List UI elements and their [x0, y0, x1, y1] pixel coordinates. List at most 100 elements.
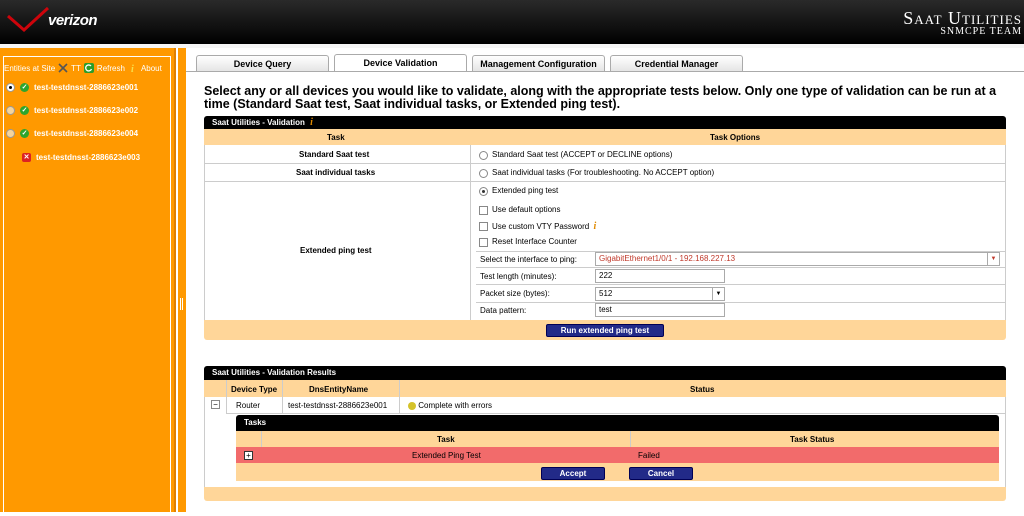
tab-device-query[interactable]: Device Query — [196, 55, 329, 72]
sidebar-device-item[interactable]: ✓ test-testdnsst-2886623e001 — [6, 80, 138, 94]
standard-test-radio[interactable] — [479, 151, 488, 160]
about-link[interactable]: About — [141, 64, 162, 73]
tasks-header-row — [236, 431, 999, 447]
column-divider — [226, 380, 227, 413]
instructions-text: Select any or all devices you would like… — [204, 84, 997, 111]
entities-label: Entities at Site — [4, 63, 56, 73]
about-icon[interactable]: i — [128, 63, 138, 73]
packet-size-label: Packet size (bytes): — [480, 289, 550, 298]
column-divider — [282, 380, 283, 413]
individual-tasks-radio[interactable] — [479, 169, 488, 178]
sidebar-frame — [3, 56, 171, 516]
check-icon: ✓ — [20, 82, 29, 92]
row-divider — [204, 181, 1006, 182]
tab-management-configuration[interactable]: Management Configuration — [472, 55, 605, 72]
use-custom-vty-checkbox[interactable] — [479, 222, 488, 231]
task-row-failed[interactable] — [236, 447, 999, 463]
device-radio[interactable] — [6, 105, 15, 115]
device-radio[interactable] — [6, 128, 15, 138]
tools-icon[interactable] — [58, 63, 68, 73]
app-subtitle: SNMCPE TEAM — [940, 26, 1022, 37]
extended-ping-radio[interactable] — [479, 187, 488, 196]
tab-credential-manager[interactable]: Credential Manager — [610, 55, 743, 72]
table-border — [1005, 145, 1006, 321]
option-divider — [476, 302, 1006, 303]
refresh-icon[interactable] — [83, 63, 94, 73]
option-divider — [476, 267, 1006, 268]
tasks-panel-header: Tasks — [236, 415, 999, 431]
packet-size-select[interactable]: 512 ▼ — [595, 287, 725, 301]
interface-value: GigabitEthernet1/0/1 - 192.168.227.13 — [599, 254, 736, 263]
task-status: Failed — [638, 451, 660, 460]
results-panel-header: Saat Utilities - Validation Results — [204, 366, 1006, 380]
packet-size-value: 512 — [599, 289, 613, 298]
use-default-checkbox[interactable] — [479, 206, 488, 215]
column-divider — [470, 145, 471, 320]
row-divider — [204, 163, 1006, 164]
collapse-toggle-icon[interactable]: − — [211, 400, 220, 409]
tt-link[interactable]: TT — [71, 64, 81, 73]
result-device-type: Router — [236, 401, 261, 410]
interface-label: Select the interface to ping: — [480, 255, 577, 264]
test-length-label: Test length (minutes): — [480, 272, 557, 281]
results-footer-row — [204, 487, 1006, 501]
interface-select[interactable]: GigabitEthernet1/0/1 - 192.168.227.13 ▼ — [595, 252, 1000, 266]
validation-panel-header: Saat Utilities - Validation i — [204, 116, 1006, 129]
column-device-type: Device Type — [231, 385, 278, 394]
dropdown-arrow-icon[interactable]: ▼ — [987, 253, 999, 265]
tasks-column-task: Task — [437, 435, 455, 444]
splitter-grip-icon[interactable] — [180, 298, 183, 310]
sidebar: Entities at Site TT Refresh i About ✓ te… — [0, 48, 176, 516]
check-icon: ✓ — [20, 105, 29, 115]
tab-divider — [186, 71, 1024, 72]
use-custom-vty-text: Use custom VTY Password — [492, 222, 590, 231]
error-icon: ✕ — [22, 152, 31, 162]
table-border — [204, 145, 205, 321]
task-individual-label: Saat individual tasks — [296, 168, 376, 177]
row-divider — [226, 413, 1005, 414]
column-dns-entity: DnsEntityName — [309, 385, 369, 394]
result-status: Complete with errors — [408, 401, 492, 410]
data-pattern-label: Data pattern: — [480, 306, 527, 315]
svg-text:i: i — [131, 64, 134, 73]
device-label: test-testdnsst-2886623e004 — [34, 128, 139, 138]
info-icon[interactable]: i — [593, 221, 596, 232]
run-extended-ping-button[interactable]: Run extended ping test — [546, 324, 664, 337]
sidebar-device-item[interactable]: ✓ test-testdnsst-2886623e002 — [6, 103, 138, 117]
column-divider — [399, 380, 400, 413]
standard-option-label: Standard Saat test (ACCEPT or DECLINE op… — [492, 150, 673, 159]
reset-counter-checkbox[interactable] — [479, 238, 488, 247]
test-length-input[interactable]: 222 — [595, 269, 725, 283]
sidebar-device-item[interactable]: ✓ test-testdnsst-2886623e004 — [6, 126, 138, 140]
accept-button[interactable]: Accept — [541, 467, 605, 480]
use-default-label: Use default options — [492, 205, 561, 214]
data-pattern-input[interactable]: test — [595, 303, 725, 317]
extended-option-label: Extended ping test — [492, 186, 559, 195]
option-divider — [476, 284, 1006, 285]
column-status: Status — [690, 385, 715, 394]
cancel-button[interactable]: Cancel — [629, 467, 693, 480]
table-border — [204, 397, 205, 487]
tab-device-validation[interactable]: Device Validation — [334, 54, 467, 72]
sidebar-toolbar: Entities at Site TT Refresh i About — [4, 63, 162, 73]
dropdown-arrow-icon[interactable]: ▼ — [712, 288, 724, 300]
sidebar-splitter[interactable] — [178, 48, 186, 512]
validation-panel-title: Saat Utilities - Validation — [212, 118, 305, 127]
reset-counter-label: Reset Interface Counter — [492, 237, 577, 246]
column-task: Task — [327, 133, 345, 142]
tasks-footer-row — [236, 463, 999, 481]
validation-header-row — [204, 129, 1006, 145]
sidebar-device-item[interactable]: ✕ test-testdnsst-2886623e003 — [22, 150, 140, 164]
device-label: test-testdnsst-2886623e002 — [34, 105, 139, 115]
column-task-options: Task Options — [710, 133, 761, 142]
device-label: test-testdnsst-2886623e003 — [36, 152, 141, 162]
check-icon: ✓ — [20, 128, 29, 138]
device-radio[interactable] — [6, 82, 15, 92]
result-status-text: Complete with errors — [418, 401, 493, 410]
result-dns-name: test-testdnsst-2886623e001 — [288, 401, 388, 410]
refresh-link[interactable]: Refresh — [97, 64, 125, 73]
info-icon[interactable]: i — [310, 117, 313, 128]
expand-toggle-icon[interactable]: + — [244, 451, 253, 460]
task-name: Extended Ping Test — [412, 451, 481, 460]
table-border — [1005, 397, 1006, 487]
